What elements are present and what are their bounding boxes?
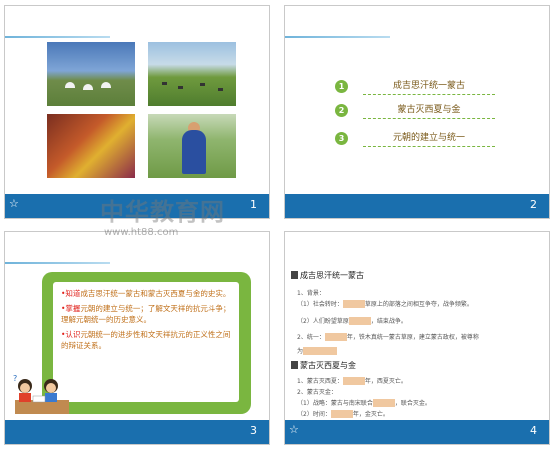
content-line: （1）社会转时： 草原上的部落之间相互争夺，战争频繁。 — [297, 300, 473, 308]
cattle-shape — [218, 88, 223, 91]
outline-item-text: 蒙古灭西夏与金 — [363, 102, 495, 119]
number-bullet: 1 — [335, 80, 348, 93]
content-line: 1、蒙古灭西夏： 年，西夏灭亡。 — [297, 377, 407, 385]
svg-text:?: ? — [13, 374, 17, 383]
cattle-shape — [200, 83, 205, 86]
slide-2-thumbnail[interactable]: 1 成吉思汗统一蒙古 2 蒙古灭西夏与金 3 元朝的建立与统一 2 — [284, 5, 550, 219]
cattle-shape — [162, 82, 167, 85]
slide-number: 1 — [250, 198, 257, 211]
section-heading: 成吉思汗统一蒙古 — [291, 270, 364, 281]
learning-goal: •知道成吉思汗统一蒙古和蒙古灭西夏与金的史实。 — [61, 288, 231, 299]
slide-number: 3 — [250, 424, 257, 437]
number-bullet: 2 — [335, 104, 348, 117]
outline-item-text: 成吉思汗统一蒙古 — [363, 78, 495, 95]
star-icon: ☆ — [9, 197, 19, 210]
slide-number: 4 — [530, 424, 537, 437]
fill-blank — [342, 377, 365, 385]
content-line: 为 — [297, 346, 338, 355]
slide-4-thumbnail[interactable]: 成吉思汗统一蒙古 1、背景： （1）社会转时： 草原上的部落之间相互争夺，战争频繁… — [284, 231, 550, 445]
fill-blank — [324, 333, 347, 341]
content-line: （2）时间： 年，金灭亡。 — [297, 410, 389, 418]
goal-text: 成吉思汗统一蒙古和蒙古灭西夏与金的史实。 — [80, 289, 231, 298]
content-line: 1、背景： — [297, 290, 325, 297]
yurt-shape — [83, 84, 93, 90]
outline-item: 1 成吉思汗统一蒙古 — [335, 78, 495, 96]
children-reading-illustration: ? — [13, 374, 69, 414]
fill-blank — [303, 347, 338, 355]
learning-goal: •认识元朝统一的进步性和文天祥抗元的正义性之间的辩证关系。 — [61, 329, 231, 351]
content-line: 2、蒙古灭金： — [297, 389, 337, 396]
fill-blank — [342, 300, 365, 308]
goal-keyword: •掌握 — [61, 304, 81, 313]
outline-item-text: 元朝的建立与统一 — [363, 130, 495, 147]
outline-item: 3 元朝的建立与统一 — [335, 130, 495, 148]
goal-text: 元朝统一的进步性和文天祥抗元的正义性之间的辩证关系。 — [61, 330, 231, 350]
slide-footer-bar: 2 — [285, 194, 549, 218]
title-underline — [5, 36, 110, 38]
yurt-shape — [101, 82, 111, 88]
yurt-shape — [65, 82, 75, 88]
fill-blank — [330, 410, 353, 418]
goal-keyword: •知道 — [61, 289, 81, 298]
slide-footer-bar: 3 — [5, 420, 269, 444]
watermark-logo: 中华教育网 — [100, 198, 225, 226]
goals-box: •知道成吉思汗统一蒙古和蒙古灭西夏与金的史实。 •掌握元朝的建立与统一；了解文天… — [53, 282, 239, 402]
horsehead-fiddle-player-photo — [148, 114, 236, 178]
cattle-shape — [178, 86, 183, 89]
title-underline — [285, 36, 390, 38]
fill-blank — [372, 399, 395, 407]
content-line: 2、统一： 年，铁木真统一蒙古草原，建立蒙古政权，被尊称 — [297, 333, 479, 341]
fill-blank — [348, 317, 371, 325]
section-heading: 蒙古灭西夏与金 — [291, 360, 356, 371]
goal-text: 元朝的建立与统一；了解文天祥的抗元斗争；理解元朝统一的历史意义。 — [61, 304, 231, 324]
square-icon — [291, 361, 298, 369]
watermark-url: www.ht88.com — [104, 227, 179, 238]
slide-number: 2 — [530, 198, 537, 211]
square-icon — [291, 271, 298, 279]
content-line: （2）人们盼望草原 ，结束战争。 — [297, 317, 407, 325]
slide-1-thumbnail[interactable]: ☆ 1 — [4, 5, 270, 219]
content-line: （1）战略：蒙古与南宋联合 ，联合灭金。 — [297, 399, 431, 407]
player-robe — [182, 130, 206, 174]
grassland-cattle-photo — [148, 42, 236, 106]
grassland-yurts-photo — [47, 42, 135, 106]
mongolian-costume-photo — [47, 114, 135, 178]
outline-item: 2 蒙古灭西夏与金 — [335, 102, 495, 120]
number-bullet: 3 — [335, 132, 348, 145]
goal-keyword: •认识 — [61, 330, 81, 339]
star-icon: ☆ — [289, 423, 299, 436]
slide-3-thumbnail[interactable]: •知道成吉思汗统一蒙古和蒙古灭西夏与金的史实。 •掌握元朝的建立与统一；了解文天… — [4, 231, 270, 445]
title-underline — [5, 262, 110, 264]
slide-footer-bar: ☆ 4 — [285, 420, 549, 444]
learning-goal: •掌握元朝的建立与统一；了解文天祥的抗元斗争；理解元朝统一的历史意义。 — [61, 303, 231, 325]
